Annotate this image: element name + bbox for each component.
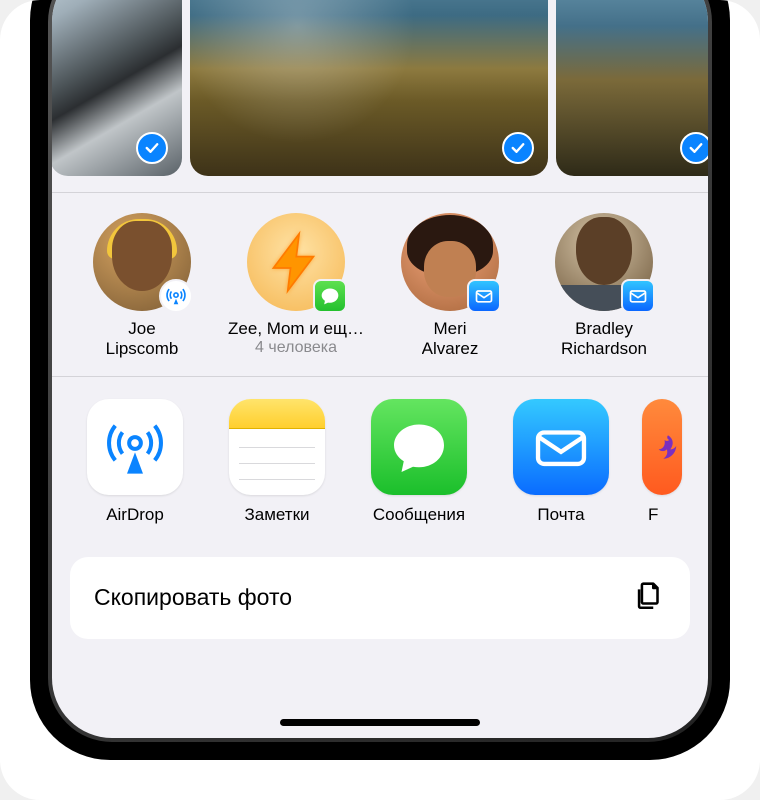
share-contact[interactable]: Bradley Richardson <box>534 213 674 360</box>
photo-thumbnail[interactable] <box>556 0 708 176</box>
airdrop-icon <box>159 279 193 313</box>
contact-name: Bradley Richardson <box>561 319 647 360</box>
notes-icon <box>229 399 325 495</box>
copy-icon <box>632 578 666 617</box>
copy-photo-action[interactable]: Скопировать фото <box>70 557 690 639</box>
app-icon <box>642 399 682 495</box>
photo-thumbnail[interactable] <box>190 0 548 176</box>
share-sheet: Joe Lipscomb Zee, Mom и ещ… 4 чел <box>52 0 708 738</box>
selected-check-icon <box>680 132 708 164</box>
contact-subtitle: 4 человека <box>255 339 337 357</box>
share-contact[interactable]: Joe Lipscomb <box>72 213 212 360</box>
app-notes[interactable]: Заметки <box>222 399 332 525</box>
mail-icon <box>467 279 501 313</box>
contact-name: Zee, Mom и ещ… <box>228 319 364 339</box>
home-indicator[interactable] <box>280 719 480 726</box>
contact-name: Meri Alvarez <box>422 319 479 360</box>
photo-thumbnail[interactable] <box>52 0 182 176</box>
phone-frame: Joe Lipscomb Zee, Mom и ещ… 4 чел <box>30 0 730 760</box>
selected-check-icon <box>136 132 168 164</box>
share-contact[interactable]: Zee, Mom и ещ… 4 человека <box>226 213 366 360</box>
app-label: Сообщения <box>373 505 465 525</box>
app-mail[interactable]: Почта <box>506 399 616 525</box>
selected-photos-strip <box>52 0 708 192</box>
app-label: AirDrop <box>106 505 164 525</box>
action-label: Скопировать фото <box>94 584 292 611</box>
selected-check-icon <box>502 132 534 164</box>
share-contact[interactable]: Meri Alvarez <box>380 213 520 360</box>
app-airdrop[interactable]: AirDrop <box>80 399 190 525</box>
messages-icon <box>313 279 347 313</box>
mail-icon <box>513 399 609 495</box>
messages-icon <box>371 399 467 495</box>
app-label: Заметки <box>244 505 309 525</box>
share-apps-row: AirDrop Заметки <box>52 377 708 545</box>
mail-icon <box>621 279 655 313</box>
share-contacts-row: Joe Lipscomb Zee, Mom и ещ… 4 чел <box>52 193 708 376</box>
airdrop-icon <box>87 399 183 495</box>
app-partial[interactable]: F <box>642 399 682 525</box>
app-label: Почта <box>537 505 584 525</box>
contact-name: Joe Lipscomb <box>106 319 179 360</box>
app-messages[interactable]: Сообщения <box>364 399 474 525</box>
app-label: F <box>642 505 682 525</box>
